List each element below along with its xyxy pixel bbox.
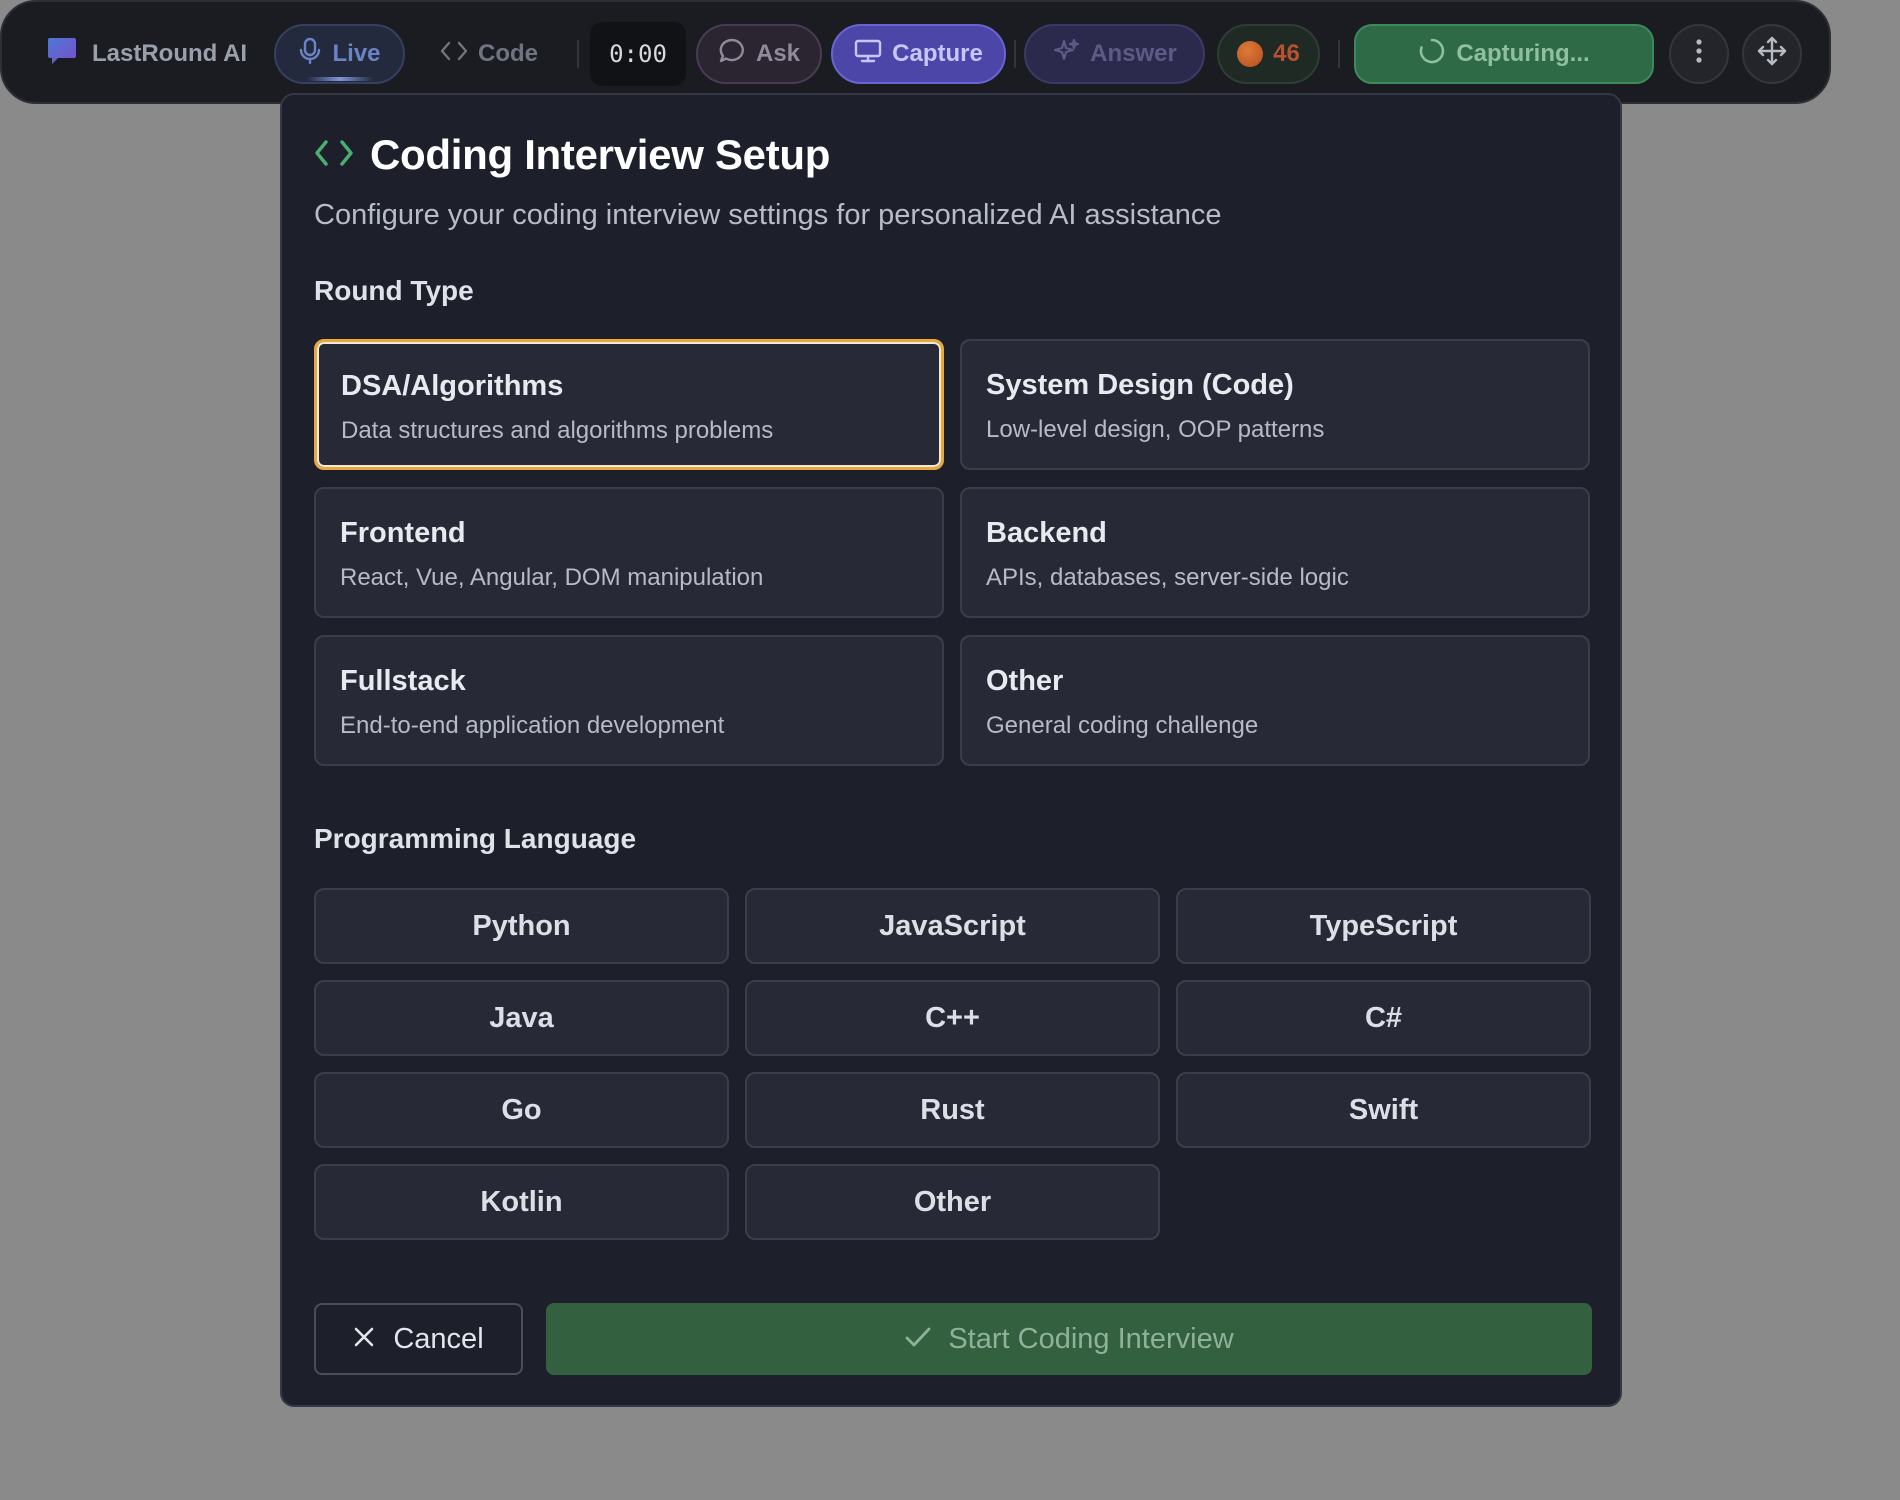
start-label: Start Coding Interview bbox=[948, 1322, 1234, 1355]
language-option-csharp[interactable]: C# bbox=[1176, 980, 1591, 1056]
session-timer: 0:00 bbox=[590, 22, 686, 86]
language-option-kotlin[interactable]: Kotlin bbox=[314, 1164, 729, 1240]
answer-label: Answer bbox=[1090, 40, 1177, 67]
round-type-title: Frontend bbox=[340, 517, 466, 549]
live-label: Live bbox=[332, 40, 381, 67]
dialog-title: Coding Interview Setup bbox=[370, 131, 831, 178]
dialog-header: Coding Interview Setup bbox=[314, 131, 830, 179]
cancel-label: Cancel bbox=[393, 1322, 484, 1355]
answer-button[interactable]: Answer bbox=[1024, 24, 1205, 84]
round-type-title: Other bbox=[986, 665, 1064, 697]
round-type-dsa[interactable]: DSA/Algorithms Data structures and algor… bbox=[314, 339, 944, 470]
language-option-rust[interactable]: Rust bbox=[745, 1072, 1160, 1148]
round-type-description: APIs, databases, server-side logic bbox=[986, 564, 1349, 591]
language-option-swift[interactable]: Swift bbox=[1176, 1072, 1591, 1148]
round-type-description: End-to-end application development bbox=[340, 712, 725, 739]
language-option-javascript[interactable]: JavaScript bbox=[745, 888, 1160, 964]
language-option-cpp[interactable]: C++ bbox=[745, 980, 1160, 1056]
move-icon bbox=[1757, 36, 1787, 73]
round-type-description: Low-level design, OOP patterns bbox=[986, 416, 1325, 443]
ask-button[interactable]: Ask bbox=[696, 24, 822, 84]
monitor-icon bbox=[854, 38, 882, 71]
language-option-python[interactable]: Python bbox=[314, 888, 729, 964]
round-type-backend[interactable]: Backend APIs, databases, server-side log… bbox=[960, 487, 1590, 618]
toolbar-divider bbox=[1338, 40, 1340, 68]
code-brackets-icon bbox=[440, 40, 468, 69]
sparkle-icon bbox=[1052, 37, 1080, 72]
programming-language-heading: Programming Language bbox=[314, 823, 637, 854]
live-indicator bbox=[307, 77, 373, 81]
check-icon bbox=[904, 1323, 932, 1356]
more-vertical-icon bbox=[1695, 38, 1703, 71]
credits-count: 46 bbox=[1273, 40, 1300, 67]
capture-label: Capture bbox=[892, 40, 983, 67]
capturing-status-button[interactable]: Capturing... bbox=[1354, 24, 1654, 84]
chat-bubble-icon bbox=[46, 36, 78, 73]
live-button[interactable]: Live bbox=[274, 24, 405, 84]
move-handle[interactable] bbox=[1742, 24, 1802, 84]
brand-name: LastRound AI bbox=[92, 40, 248, 67]
coin-icon bbox=[1237, 41, 1264, 67]
round-type-title: System Design (Code) bbox=[986, 369, 1294, 401]
round-type-description: React, Vue, Angular, DOM manipulation bbox=[340, 564, 764, 591]
spinner-icon bbox=[1418, 37, 1446, 72]
round-type-title: Backend bbox=[986, 517, 1107, 549]
round-type-frontend[interactable]: Frontend React, Vue, Angular, DOM manipu… bbox=[314, 487, 944, 618]
round-type-title: DSA/Algorithms bbox=[341, 370, 564, 402]
microphone-icon bbox=[298, 37, 322, 72]
round-type-description: General coding challenge bbox=[986, 712, 1259, 739]
toolbar-divider bbox=[577, 40, 579, 68]
language-option-go[interactable]: Go bbox=[314, 1072, 729, 1148]
top-toolbar: LastRound AI Live Code 0:00 Ask Capture … bbox=[0, 0, 1831, 104]
code-brackets-icon bbox=[314, 138, 354, 173]
round-type-system-design[interactable]: System Design (Code) Low-level design, O… bbox=[960, 339, 1590, 470]
round-type-other[interactable]: Other General coding challenge bbox=[960, 635, 1590, 766]
toolbar-divider bbox=[1014, 40, 1016, 68]
language-option-other[interactable]: Other bbox=[745, 1164, 1160, 1240]
round-type-title: Fullstack bbox=[340, 665, 466, 697]
start-coding-interview-button[interactable]: Start Coding Interview bbox=[546, 1303, 1592, 1375]
brand: LastRound AI bbox=[46, 24, 256, 84]
language-option-typescript[interactable]: TypeScript bbox=[1176, 888, 1591, 964]
round-type-heading: Round Type bbox=[314, 275, 474, 306]
capturing-label: Capturing... bbox=[1456, 40, 1590, 67]
cancel-button[interactable]: Cancel bbox=[314, 1303, 523, 1375]
coding-interview-setup-dialog: Coding Interview Setup Configure your co… bbox=[280, 93, 1622, 1407]
capture-button[interactable]: Capture bbox=[831, 24, 1006, 84]
credits-badge: 46 bbox=[1217, 24, 1320, 84]
round-type-description: Data structures and algorithms problems bbox=[341, 417, 774, 444]
code-label: Code bbox=[478, 40, 538, 67]
ask-label: Ask bbox=[755, 40, 801, 67]
close-icon bbox=[353, 1323, 375, 1356]
message-icon bbox=[718, 37, 746, 72]
round-type-fullstack[interactable]: Fullstack End-to-end application develop… bbox=[314, 635, 944, 766]
language-option-java[interactable]: Java bbox=[314, 980, 729, 1056]
dialog-subtitle: Configure your coding interview settings… bbox=[314, 199, 1222, 231]
more-options-button[interactable] bbox=[1669, 24, 1729, 84]
code-button[interactable]: Code bbox=[430, 24, 548, 84]
